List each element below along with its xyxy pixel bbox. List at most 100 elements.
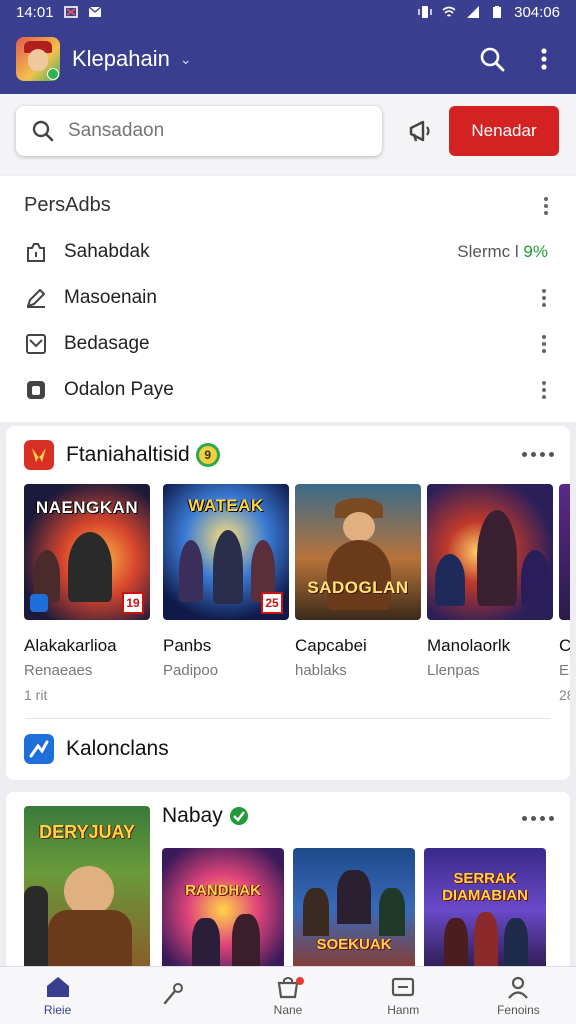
vibrate-icon <box>418 6 432 18</box>
nav-item-store[interactable]: Nane <box>230 967 345 1024</box>
tile-art: SADOGLAN <box>295 484 421 620</box>
status-bar: 14:01 304:06 <box>0 0 576 24</box>
tile-subtitle: El <box>559 662 570 679</box>
section-header: Nabay <box>162 804 249 828</box>
overflow-menu-icon[interactable] <box>528 43 560 75</box>
section-card: Ftaniahaltisid 9 NAENGKAN 19 Alakakarlio… <box>6 426 570 780</box>
game-tile[interactable]: RANDHAK <box>162 848 284 972</box>
section-title: Ftaniahaltisid <box>66 443 190 466</box>
section-footer-label: Kalonclans <box>66 737 169 760</box>
nav-label: Hanm <box>387 1002 420 1017</box>
title-badge: 9 <box>195 443 220 467</box>
bottom-nav: Rieie Nane Hanm Fenoins <box>0 966 576 1024</box>
status-right-text: 304:06 <box>514 3 560 21</box>
section-card: DERYJUAY Nabay RANDHAK SOEKUAK SERRAK DI… <box>6 792 570 972</box>
search-field-icon <box>32 120 54 142</box>
tile-name: Manolaorlk <box>427 636 511 655</box>
game-tile[interactable]: SADOGLAN Capcabei hablaks <box>295 484 421 687</box>
panel-row-label: Odalon Paye <box>64 379 174 400</box>
chevron-down-icon[interactable]: ⌄ <box>180 51 192 68</box>
lock-icon <box>27 243 45 262</box>
megaphone-icon[interactable] <box>405 116 437 148</box>
app-title[interactable]: Klepahain <box>72 46 170 72</box>
home-icon <box>46 976 69 997</box>
checkbox-mail-icon <box>26 334 46 354</box>
tile-carousel: NAENGKAN 19 Alakakarlioa Renaeaes 1 rit … <box>24 484 570 704</box>
pencil-icon <box>27 289 45 308</box>
app-bar: Klepahain ⌄ <box>0 24 576 94</box>
tile-art <box>559 484 570 620</box>
inbox-icon <box>392 977 415 996</box>
signal-icon <box>467 6 480 18</box>
panel-row[interactable]: Odalon Paye <box>24 370 554 410</box>
person-icon <box>508 976 529 999</box>
app-icon <box>24 440 54 470</box>
panel-row-label: Bedasage <box>64 333 150 354</box>
panel-row[interactable]: Bedasage <box>24 324 554 364</box>
nav-label: Fenoins <box>497 1002 540 1017</box>
percent-value: 9% <box>523 242 548 261</box>
tile-meta: 28 <box>559 687 570 703</box>
tile-name: Alakakarlioa <box>24 636 117 655</box>
game-tile[interactable]: SOEKUAK <box>293 848 415 972</box>
tile-name: Capcabei <box>295 636 367 655</box>
game-tile[interactable]: Manolaorlk Llenpas <box>427 484 553 687</box>
row-more-icon[interactable] <box>534 286 554 310</box>
tile-subtitle: Padipoo <box>163 662 219 679</box>
status-time: 14:01 <box>16 3 54 21</box>
section-more-icon[interactable] <box>522 452 554 457</box>
divider <box>26 718 550 719</box>
panel-row[interactable]: Masoenain <box>24 278 554 318</box>
nav-item-profile[interactable]: Fenoins <box>461 967 576 1024</box>
panel-row-stat: Slermc l 9% <box>457 242 548 261</box>
tile-name: Panbs <box>163 636 212 655</box>
search-input[interactable] <box>68 120 328 142</box>
feature-tile[interactable]: DERYJUAY <box>24 806 150 972</box>
tile-subtitle: Llenpas <box>427 662 480 679</box>
tile-meta: 1 rit <box>24 687 48 703</box>
tile-art <box>427 484 553 620</box>
section-header: Ftaniahaltisid 9 <box>24 440 220 470</box>
row-more-icon[interactable] <box>534 378 554 402</box>
tile-art: WATEAK 25 <box>163 484 289 620</box>
tile-carousel: RANDHAK SOEKUAK SERRAK DIAMABIAN <box>162 848 570 972</box>
battery-icon <box>493 6 502 18</box>
section-footer-link[interactable]: Kalonclans <box>24 734 169 764</box>
search-row: Nenadar <box>0 94 576 174</box>
panel-heading: PersAdbs <box>24 194 111 216</box>
section-title: Nabay <box>162 804 223 827</box>
platform-icon <box>30 594 48 612</box>
nav-label: Rieie <box>43 1002 72 1017</box>
wallet-icon <box>27 381 45 399</box>
tile-subtitle: hablaks <box>295 662 347 679</box>
wifi-icon <box>442 6 456 17</box>
verified-icon <box>229 807 248 825</box>
search-box[interactable] <box>16 106 382 156</box>
search-icon[interactable] <box>476 43 508 75</box>
tile-name: Cl <box>559 636 570 655</box>
game-tile[interactable]: WATEAK 25 Panbs Padipoo <box>163 484 289 687</box>
nav-item-inbox[interactable]: Hanm <box>346 967 461 1024</box>
panel-row[interactable]: Sahabdak Slermc l 9% <box>24 232 554 272</box>
wand-icon <box>163 982 183 1004</box>
nav-label: Nane <box>273 1002 303 1017</box>
game-tile[interactable]: SERRAK DIAMABIAN <box>424 848 546 972</box>
notification-dot <box>296 977 305 985</box>
avatar[interactable] <box>16 37 60 81</box>
nav-item-tools[interactable] <box>115 967 230 1024</box>
panel-row-label: Sahabdak <box>64 241 150 262</box>
panel-card: PersAdbs Sahabdak Slermc l 9% Masoenain … <box>0 176 576 422</box>
panel-more-icon[interactable] <box>536 194 556 218</box>
section-more-icon[interactable] <box>522 816 554 821</box>
panel-row-label: Masoenain <box>64 287 157 308</box>
game-tile[interactable]: Cl El 28 <box>559 484 570 703</box>
row-more-icon[interactable] <box>534 332 554 356</box>
tile-art: NAENGKAN 19 <box>24 484 150 620</box>
collections-icon <box>24 734 54 764</box>
notification-icon <box>63 6 78 18</box>
game-tile[interactable]: NAENGKAN 19 Alakakarlioa Renaeaes 1 rit <box>24 484 150 703</box>
cta-button[interactable]: Nenadar <box>449 106 559 156</box>
nav-item-home[interactable]: Rieie <box>0 967 115 1024</box>
mail-icon <box>88 6 101 17</box>
tile-subtitle: Renaeaes <box>24 662 93 679</box>
